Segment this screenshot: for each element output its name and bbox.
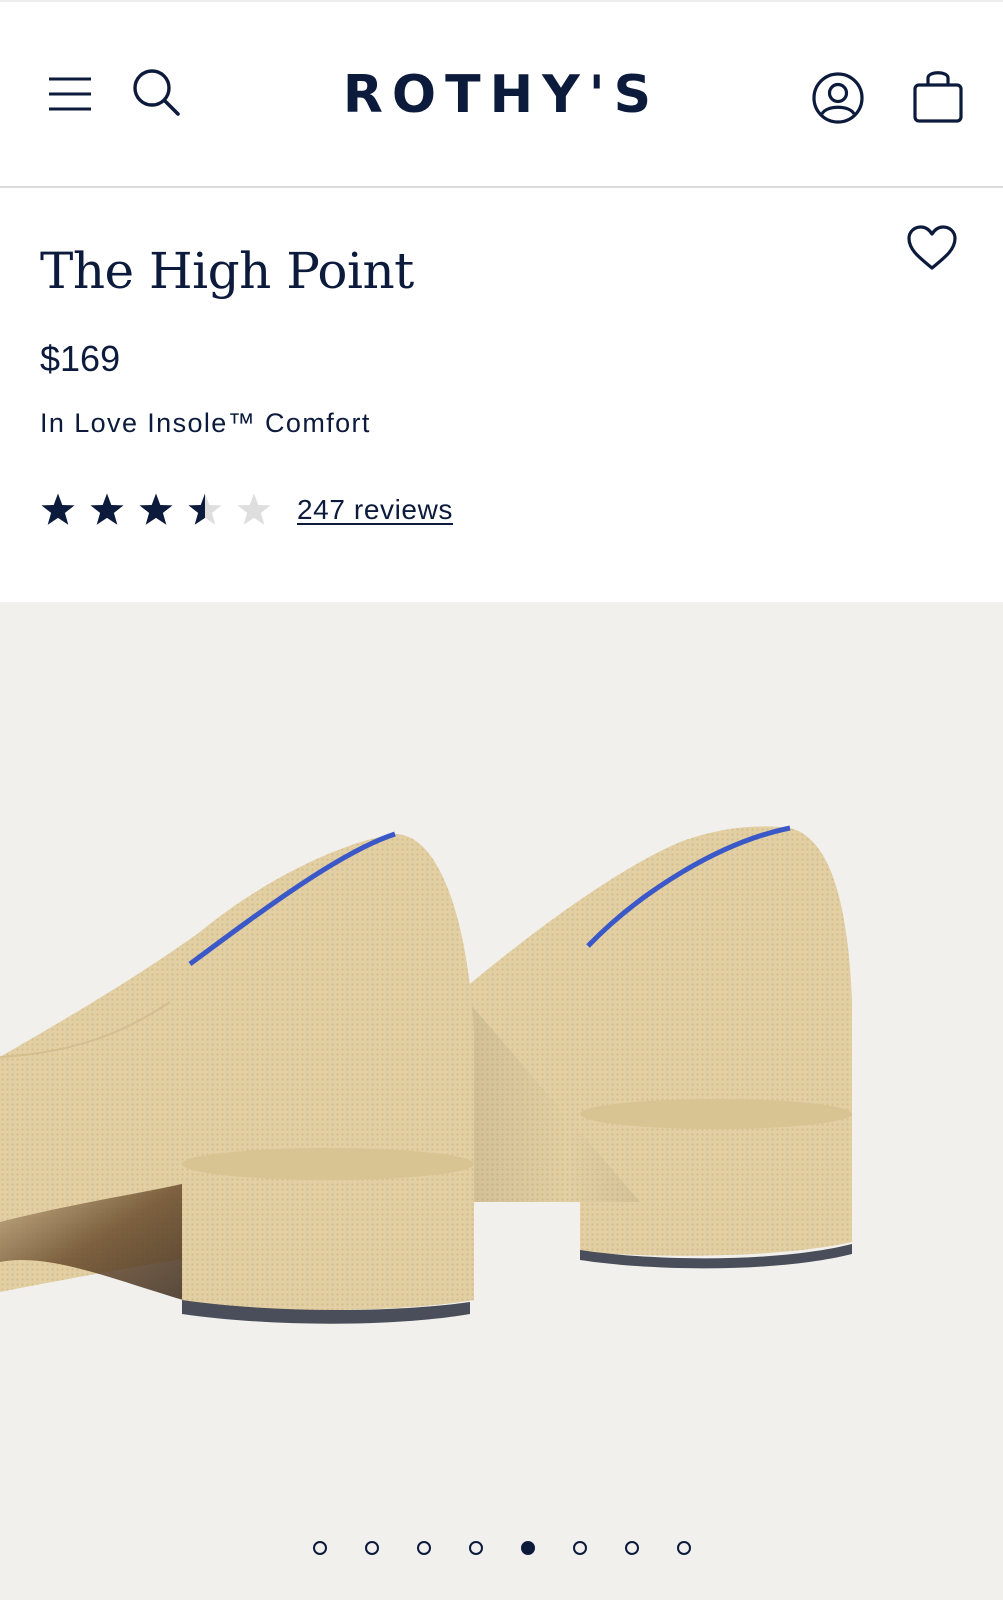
product-title: The High Point [40, 242, 414, 300]
hamburger-menu-icon[interactable] [44, 68, 96, 120]
star-icon [237, 493, 271, 525]
user-account-icon[interactable] [806, 66, 870, 130]
carousel-dot[interactable] [676, 1541, 691, 1555]
shopping-bag-icon[interactable] [906, 64, 970, 128]
carousel-dot[interactable] [520, 1541, 535, 1555]
product-image-gallery[interactable] [0, 602, 1003, 1600]
carousel-dot[interactable] [624, 1541, 639, 1555]
brand-logo[interactable]: ROTHY'S [300, 64, 703, 126]
carousel-pagination [0, 1538, 1003, 1558]
carousel-dot[interactable] [416, 1541, 431, 1555]
product-info: The High Point $169 In Love Insole™ Comf… [0, 190, 1003, 602]
star-icon [90, 493, 124, 525]
product-image [0, 825, 852, 1324]
product-feature-subtitle: In Love Insole™ Comfort [40, 408, 371, 438]
carousel-dot[interactable] [468, 1541, 483, 1555]
star-icon [139, 493, 173, 525]
product-price: $169 [40, 338, 121, 379]
reviews-link[interactable]: 247 reviews [297, 494, 453, 526]
star-icon [41, 493, 75, 525]
site-header: ROTHY'S [0, 0, 1003, 188]
star-icon [188, 493, 222, 525]
rating-row: 247 reviews [40, 490, 453, 530]
heart-icon[interactable] [904, 220, 960, 276]
carousel-dot[interactable] [312, 1541, 327, 1555]
search-icon[interactable] [126, 62, 186, 122]
carousel-dot[interactable] [572, 1541, 587, 1555]
carousel-dot[interactable] [364, 1541, 379, 1555]
star-rating [40, 492, 285, 528]
